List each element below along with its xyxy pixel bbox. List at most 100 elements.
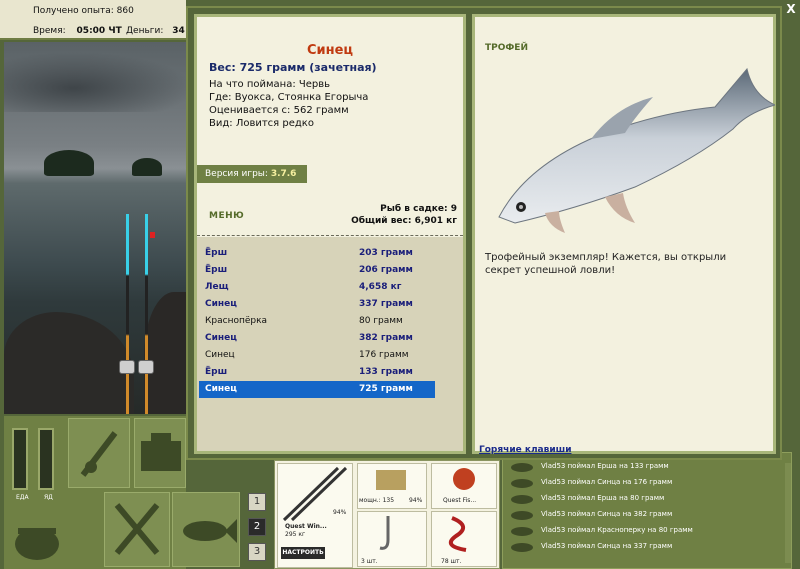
page-button-3[interactable]: 3 xyxy=(248,543,266,561)
valued-from: Оценивается с: 562 грамм xyxy=(209,105,349,116)
reel-power: мощн.: 135 xyxy=(359,497,395,504)
island xyxy=(132,158,162,176)
reel-icon xyxy=(138,360,154,374)
reel-gear-icon xyxy=(376,470,406,490)
feed-item: Vlad53 поймал Ерша на 133 грамм xyxy=(507,459,789,475)
catch-row[interactable]: Ёрш 133 грамм xyxy=(199,364,435,381)
trophy-card: ТРОФЕЙ Трофейный экземпляр! Кажется, вы … xyxy=(472,14,776,455)
page-button-1[interactable]: 1 xyxy=(248,493,266,511)
fishing-rod[interactable] xyxy=(145,214,148,414)
time-label: Время: xyxy=(33,26,66,36)
fish-details-card: Синец Вес: 725 грамм (зачетная) На что п… xyxy=(194,14,466,454)
menu-link[interactable]: МЕНЮ xyxy=(209,211,244,221)
fish-icon xyxy=(511,543,533,552)
fish-icon xyxy=(511,495,533,504)
catch-row[interactable]: Лещ 4,658 кг xyxy=(199,279,435,296)
time-readout: Время: 05:00 ЧТ xyxy=(33,26,134,36)
line-name: Quest Fis... xyxy=(443,497,477,504)
catch-row[interactable]: Синец 176 грамм xyxy=(199,347,435,364)
catch-fish-weight: 80 грамм xyxy=(359,316,403,326)
catch-fish-name: Синец xyxy=(205,333,237,343)
hook-icon xyxy=(379,516,390,550)
page-button-2[interactable]: 2 xyxy=(248,518,266,536)
pot-icon[interactable] xyxy=(10,516,64,566)
fish-icon xyxy=(511,527,533,536)
catch-fish-name: Краснопёрка xyxy=(205,316,268,326)
fork-knife-icon xyxy=(114,503,160,555)
version-label: Версия игры: xyxy=(205,169,268,179)
island xyxy=(44,150,94,176)
catch-row[interactable]: Краснопёрка 80 грамм xyxy=(199,313,435,330)
hook-count: 3 шт. xyxy=(361,558,378,565)
keepnet-stats: Рыб в садке: 9 Общий вес: 6,901 кг xyxy=(351,203,457,227)
catch-row[interactable]: Ёрш 206 грамм xyxy=(199,262,435,279)
feed-item: Vlad53 поймал Синца на 382 грамм xyxy=(507,507,789,523)
catch-fish-name: Ёрш xyxy=(205,367,228,377)
eat-tile[interactable] xyxy=(104,492,170,567)
food-gauge-label: ЕДА xyxy=(16,494,29,501)
catch-fish-name: Лещ xyxy=(205,282,229,292)
version-value: 3.7.6 xyxy=(270,169,297,179)
gear-panel: 94% Quest Win... 295 кг НАСТРОИТЬ мощн.:… xyxy=(274,460,500,569)
rod-percent: 94% xyxy=(333,509,347,516)
catch-feed: Vlad53 поймал Ерша на 133 грамм Vlad53 п… xyxy=(502,452,792,569)
feed-item: Vlad53 поймал Ерша на 80 грамм xyxy=(507,491,789,507)
time-value: 05:00 ЧТ xyxy=(76,26,122,36)
cloud xyxy=(4,52,186,112)
tacklebox-icon xyxy=(141,433,181,471)
catch-fish-name: Ёрш xyxy=(205,248,228,258)
tackle-tile[interactable] xyxy=(68,418,130,488)
catch-fish-weight: 203 грамм xyxy=(359,248,413,258)
experience-readout: Получено опыта: 860 xyxy=(33,6,134,16)
tacklebox-tile[interactable] xyxy=(134,418,186,488)
fish-name: Синец xyxy=(306,43,354,58)
food-gauge xyxy=(12,428,28,490)
fish-icon xyxy=(511,463,533,472)
caught-on: На что поймана: Червь xyxy=(209,79,331,90)
fish-icon xyxy=(511,479,533,488)
fish-type: Вид: Ловится редко xyxy=(209,118,314,129)
status-bar: Получено опыта: 860 Время: 05:00 ЧТ День… xyxy=(0,0,186,40)
fish-icon xyxy=(511,511,533,520)
game-version: Версия игры: 3.7.6 xyxy=(197,165,307,183)
catch-list: Ёрш 203 грамм Ёрш 206 грамм Лещ 4,658 кг Синец… xyxy=(197,237,463,451)
trophy-message: Трофейный экземпляр! Кажется, вы открыли… xyxy=(485,252,727,276)
reel-percent: 94% xyxy=(409,497,423,504)
shore-rock xyxy=(4,312,134,414)
feed-item: Vlad53 поймал Красноперку на 80 грамм xyxy=(507,523,789,539)
experience-value: 860 xyxy=(116,6,134,16)
catch-fish-weight: 4,658 кг xyxy=(359,282,402,292)
fish-weight: Вес: 725 грамм (зачетная) xyxy=(209,61,377,74)
catch-fish-name: Синец xyxy=(205,384,237,394)
shore-rock xyxy=(144,292,186,414)
experience-label: Получено опыта: xyxy=(33,6,114,16)
feed-item: Vlad53 поймал Синца на 176 грамм xyxy=(507,475,789,491)
fish-info-dialog: Синец Вес: 725 грамм (зачетная) На что п… xyxy=(186,6,782,460)
catch-fish-weight: 725 грамм xyxy=(359,384,413,394)
reel-icon xyxy=(119,360,135,374)
poison-gauge-label: ЯД xyxy=(44,494,53,501)
bobber-icon xyxy=(150,232,155,238)
catch-row[interactable]: Ёрш 203 грамм xyxy=(199,245,435,262)
game-screen: Получено опыта: 860 Время: 05:00 ЧТ День… xyxy=(0,0,800,569)
hotkeys-link[interactable]: Горячие клавиши xyxy=(479,445,572,455)
close-button[interactable]: X xyxy=(784,2,798,16)
fishing-rod[interactable] xyxy=(126,214,129,414)
feed-scrollbar[interactable] xyxy=(785,463,791,563)
catch-row-selected[interactable]: Синец 725 грамм xyxy=(199,381,435,398)
setup-button[interactable]: НАСТРОИТЬ xyxy=(281,547,325,559)
money-label: Деньги: xyxy=(126,26,164,36)
rod-name: Quest Win... xyxy=(285,523,327,530)
fish-icon xyxy=(183,519,237,543)
catch-row[interactable]: Синец 337 грамм xyxy=(199,296,435,313)
lake-scene[interactable] xyxy=(4,42,186,414)
bream-fish-image xyxy=(498,67,775,233)
rod-icon xyxy=(80,431,118,477)
fish-tile[interactable] xyxy=(172,492,240,567)
bait-count: 78 шт. xyxy=(441,558,462,565)
catch-fish-name: Синец xyxy=(205,350,235,360)
catch-fish-weight: 382 грамм xyxy=(359,333,413,343)
divider xyxy=(197,235,463,236)
catch-row[interactable]: Синец 382 грамм xyxy=(199,330,435,347)
catch-location: Где: Вуокса, Стоянка Егорыча xyxy=(209,92,369,103)
